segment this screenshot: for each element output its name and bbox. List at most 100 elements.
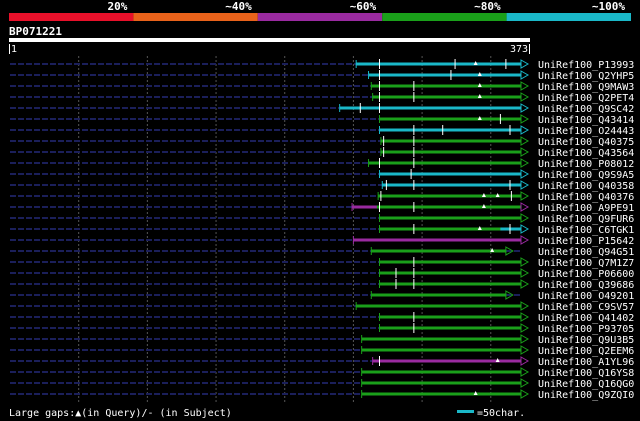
hit-label: UniRef100_Q9S9A5	[538, 170, 634, 181]
legend-label: 20%	[108, 0, 128, 13]
hit-bar	[368, 73, 521, 77]
hit-end-arrow	[520, 180, 530, 190]
hit-label: UniRef100_P08012	[538, 159, 634, 170]
hit-bar	[379, 128, 521, 132]
hit-row: UniRef100_P93705	[10, 323, 634, 335]
hit-label: UniRef100_A1YL96	[538, 357, 634, 368]
hit-row: UniRef100_Q16QG0	[10, 378, 634, 390]
scale-label: =50char.	[477, 408, 525, 419]
query-start-tick	[9, 44, 10, 54]
hit-bar	[372, 95, 521, 99]
hit-end-arrow	[520, 345, 530, 355]
hit-end-arrow	[520, 301, 530, 311]
hit-row: UniRef100_Q41402	[10, 312, 634, 324]
hit-row: UniRef100_Q94G51	[10, 246, 634, 258]
hit-end-arrow	[520, 268, 530, 278]
hit-end-arrow	[520, 378, 530, 388]
hit-row: UniRef100_Q2PET4	[10, 92, 634, 104]
hit-bar	[356, 62, 521, 66]
hit-row: UniRef100_Q9FUR6	[10, 213, 634, 225]
hit-row: UniRef100_O24443	[10, 125, 634, 137]
hit-label: UniRef100_Q16YS8	[538, 368, 634, 379]
identity-legend: 20% ~40% ~60% ~80% ~100%	[9, 0, 631, 21]
legend-swatch	[133, 13, 258, 21]
hit-label: UniRef100_C9SV57	[538, 302, 634, 313]
hit-label: UniRef100_Q9SC42	[538, 104, 634, 115]
hit-row: UniRef100_Q9U3B5	[10, 334, 634, 346]
legend-swatch	[9, 13, 134, 21]
hit-label: UniRef100_Q2EEM6	[538, 346, 634, 357]
hit-end-arrow	[520, 136, 530, 146]
hit-label: UniRef100_Q9FUR6	[538, 214, 634, 225]
legend-swatch	[506, 13, 631, 21]
hit-label: UniRef100_Q9U3B5	[538, 335, 634, 346]
hit-row: UniRef100_Q9MAW3	[10, 81, 634, 93]
hit-row: UniRef100_P06600	[10, 268, 634, 280]
hit-bar-segment	[376, 205, 521, 209]
hit-rows: UniRef100_P13993UniRef100_Q2YHP5UniRef10…	[10, 59, 634, 401]
hit-bar-segment	[500, 227, 521, 231]
hit-end-arrow	[520, 334, 530, 344]
hit-label: UniRef100_Q39686	[538, 280, 634, 291]
hit-end-arrow	[520, 158, 530, 168]
hit-label: UniRef100_Q94G51	[538, 247, 634, 258]
legend-swatch	[382, 13, 507, 21]
hit-label: UniRef100_P93705	[538, 324, 634, 335]
query-end-tick	[529, 44, 530, 54]
hit-row: UniRef100_P13993	[10, 59, 634, 71]
hit-row: UniRef100_C9SV57	[10, 301, 634, 313]
hit-row: UniRef100_Q2YHP5	[10, 70, 634, 82]
hit-label: UniRef100_Q9MAW3	[538, 82, 634, 93]
hit-row: UniRef100_Q43414	[10, 114, 634, 126]
legend-label: ~40%	[225, 0, 252, 13]
hit-end-arrow	[520, 147, 530, 157]
hit-end-arrow	[520, 191, 530, 201]
legend-label: ~60%	[350, 0, 377, 13]
hit-bar	[379, 117, 521, 121]
legend-swatch	[257, 13, 383, 21]
hit-bar	[371, 293, 506, 297]
hit-end-arrow	[520, 103, 530, 113]
hit-bar	[368, 161, 521, 165]
hit-row: UniRef100_Q9S9A5	[10, 169, 634, 181]
query-id-label: BP071221	[9, 25, 62, 38]
hit-end-arrow	[520, 224, 530, 234]
hit-row: UniRef100_Q9SC42	[10, 103, 634, 115]
hit-bar	[356, 304, 521, 308]
hit-label: UniRef100_P06600	[538, 269, 634, 280]
hit-bar	[379, 271, 521, 275]
hit-bar	[380, 139, 521, 143]
hit-label: UniRef100_Q43564	[538, 148, 634, 159]
hit-end-arrow	[520, 312, 530, 322]
hit-end-arrow	[520, 235, 530, 245]
hit-bar	[353, 238, 521, 242]
hit-label: UniRef100_P13993	[538, 60, 634, 71]
hit-row: UniRef100_A9PE91	[10, 202, 634, 214]
hit-end-arrow	[520, 279, 530, 289]
hit-end-arrow	[520, 389, 530, 399]
hit-row: UniRef100_Q43564	[10, 147, 634, 159]
hit-bar	[371, 84, 521, 88]
hit-label: UniRef100_Q40376	[538, 192, 634, 203]
alignment-chart: 20% ~40% ~60% ~80% ~100% BP071221 1 373 UniR…	[9, 0, 634, 419]
hit-row: UniRef100_Q40358	[10, 180, 634, 192]
hit-label: UniRef100_Q41402	[538, 313, 634, 324]
query-start-label: 1	[11, 44, 17, 55]
hit-bar	[361, 348, 521, 352]
hit-end-arrow	[520, 114, 530, 124]
hit-end-arrow	[520, 356, 530, 366]
hit-bar	[361, 337, 521, 341]
hit-row: UniRef100_C6TGK1	[10, 224, 634, 236]
hit-label: UniRef100_Q43414	[538, 115, 634, 126]
hit-label: UniRef100_Q2YHP5	[538, 71, 634, 82]
hit-bar	[379, 282, 521, 286]
hit-label: UniRef100_O49201	[538, 291, 634, 302]
hit-bar	[361, 392, 521, 396]
hit-label: UniRef100_Q9ZQI0	[538, 390, 634, 401]
hit-bar	[379, 216, 521, 220]
hit-row: UniRef100_Q39686	[10, 279, 634, 291]
hit-label: UniRef100_Q2PET4	[538, 93, 634, 104]
hit-bar	[361, 370, 521, 374]
hit-bar	[361, 381, 521, 385]
hit-end-arrow	[520, 213, 530, 223]
